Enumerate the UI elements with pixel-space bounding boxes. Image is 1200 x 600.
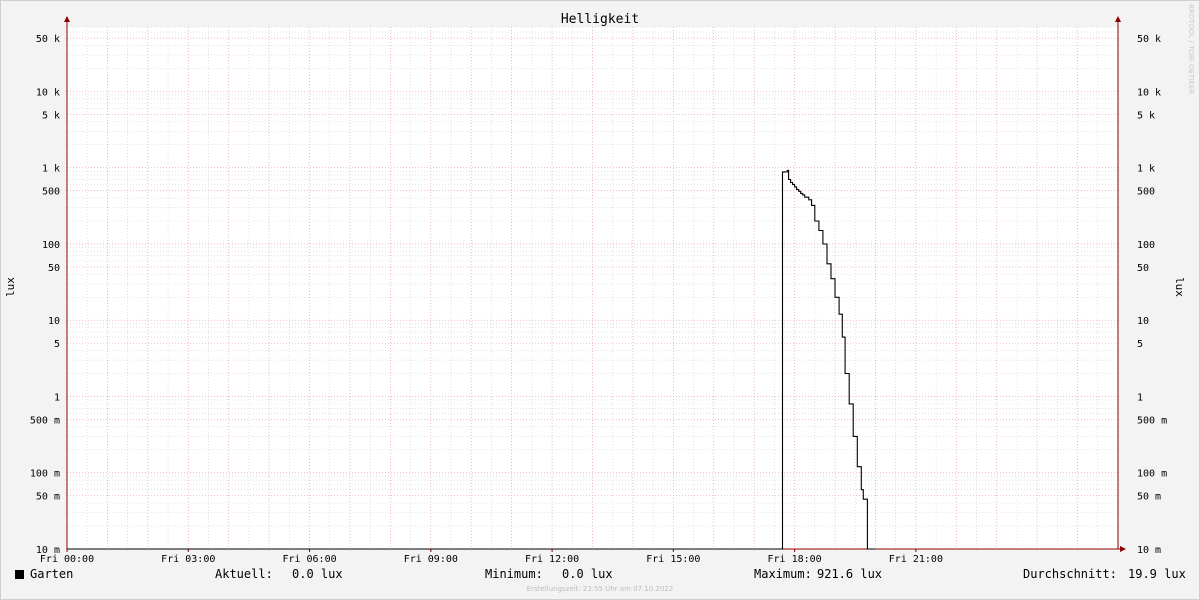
y-tick-label-right: 10 [1137,316,1149,327]
y-tick-label-left: 10 m [36,545,60,556]
x-tick-label: Fri 15:00 [646,554,700,565]
y-tick-label-left: 100 m [30,469,60,480]
x-tick-label: Fri 06:00 [282,554,336,565]
y-tick-label-right: 1 k [1137,164,1155,175]
y-axis-left-arrow [64,16,70,22]
lux-chart: Fri 00:00 Fri 03:00 Fri 06:00 Fri 09:00 Fri … [4,12,1186,565]
chart-title: Helligkeit [561,12,639,27]
y-tick-label-right: 1 [1137,392,1143,403]
creation-time: Erstellungszeit: 23:55 Uhr am 07.10.2022 [526,585,674,593]
y-tick-label-left: 100 [42,240,60,251]
legend-current-label: Aktuell: [215,567,273,581]
legend-series-name: Garten [30,567,74,581]
y-tick-label-left: 1 [54,392,60,403]
x-tick-label: Fri 12:00 [525,554,579,565]
y-tick-label-left: 5 k [42,110,60,121]
y-tick-label-left: 1 k [42,164,60,175]
legend-avg-value: 19.9 lux [1128,567,1186,581]
y-tick-label-left: 50 k [36,34,60,45]
y-tick-label-right: 500 m [1137,415,1167,426]
y-tick-label-left: 500 m [30,415,60,426]
y-tick-label-left: 50 [48,263,60,274]
y-tick-label-right: 100 m [1137,469,1167,480]
y-tick-label-right: 5 k [1137,110,1155,121]
legend-min-value: 0.0 lux [562,567,613,581]
legend: Garten Aktuell: 0.0 lux Minimum: 0.0 lux… [0,567,1200,583]
y-tick-label-right: 50 [1137,263,1149,274]
legend-swatch-garten [15,570,24,579]
x-tick-label: Fri 21:00 [889,554,943,565]
y-tick-label-right: 50 k [1137,34,1161,45]
y-tick-label-right: 50 m [1137,492,1161,503]
y-tick-label-right: 100 [1137,240,1155,251]
y-tick-label-right: 10 m [1137,545,1161,556]
y-axis-label-left: lux [4,277,17,297]
y-tick-label-right: 10 k [1137,87,1161,98]
legend-max-label: Maximum: [754,567,812,581]
y-tick-label-left: 10 k [36,87,60,98]
legend-max-value: 921.6 lux [817,567,883,581]
rrdtool-watermark: RRDTOOL / TOBI OETIKER [1187,4,1195,95]
y-axis-right-arrow [1115,16,1121,22]
x-axis-arrow [1120,546,1126,552]
x-tick-label: Fri 09:00 [404,554,458,565]
legend-current-value: 0.0 lux [292,567,343,581]
y-axis-label-right: lux [1173,277,1186,297]
legend-min-label: Minimum: [485,567,543,581]
y-tick-label-left: 10 [48,316,60,327]
y-tick-label-left: 500 [42,187,60,198]
y-tick-label-left: 50 m [36,492,60,503]
legend-avg-label: Durchschnitt: [1023,567,1117,581]
y-tick-label-left: 5 [54,339,60,350]
y-tick-label-right: 5 [1137,339,1143,350]
x-tick-label: Fri 03:00 [161,554,215,565]
y-tick-label-right: 500 [1137,187,1155,198]
x-tick-label: Fri 18:00 [768,554,822,565]
